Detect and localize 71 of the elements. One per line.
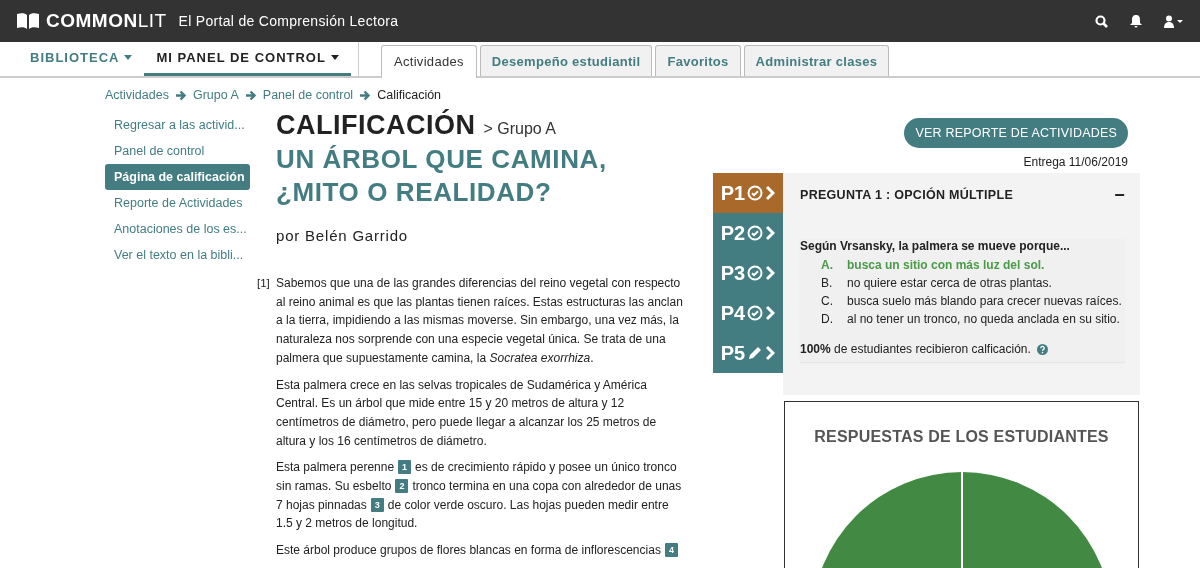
check-circle-icon bbox=[747, 185, 764, 201]
main-nav-item[interactable]: BIBLIOTECA bbox=[18, 42, 145, 76]
question-nav-item[interactable]: P4 bbox=[713, 293, 783, 333]
brand-logo[interactable]: COMMONLIT bbox=[46, 10, 167, 32]
annotation-marker[interactable]: 2 bbox=[395, 479, 409, 494]
sidebar-item[interactable]: Ver el texto en la bibli... bbox=[105, 242, 250, 268]
tab[interactable]: Actividades bbox=[381, 45, 477, 78]
activity-report-button[interactable]: VER REPORTE DE ACTIVIDADES bbox=[904, 118, 1128, 148]
tab[interactable]: Favoritos bbox=[655, 45, 741, 76]
tab[interactable]: Administrar clases bbox=[743, 45, 890, 76]
chevron-right-icon bbox=[765, 305, 776, 321]
chevron-right-icon bbox=[765, 225, 776, 241]
option-letter: C. bbox=[821, 293, 834, 310]
option-text: no quiere estar cerca de otras plantas. bbox=[847, 275, 1052, 292]
sidebar-item[interactable]: Panel de control bbox=[105, 138, 250, 164]
question-heading: PREGUNTA 1 : OPCIÓN MÚLTIPLE bbox=[800, 188, 1014, 202]
option-text: busca suelo más blando para crecer nuevas raíces. bbox=[847, 293, 1122, 310]
arrow-right-icon bbox=[359, 89, 372, 101]
graded-summary: 100% de estudiantes recibieron calficación. bbox=[800, 342, 1031, 356]
question-nav-item[interactable]: P5 bbox=[713, 333, 783, 373]
author: por Belén Garrido bbox=[276, 227, 409, 244]
collapse-toggle[interactable]: − bbox=[1114, 184, 1125, 206]
passage-paragraph: Esta palmera crece en las selvas tropicales de Sudamérica y América Central. Es un árbol que mide entre 15 y 20 metros de altura y 12 centímetros de diámetro, pero puede llegar a alcanzar los 25 metros de altura y los 16 centímetros de diámetro. bbox=[276, 376, 658, 450]
main-nav-item[interactable]: MI PANEL DE CONTROL bbox=[144, 42, 351, 76]
arrow-right-icon bbox=[244, 89, 257, 101]
passage-paragraph: Este árbol produce grupos de flores blancas en forma de inflorescencias 4 bbox=[276, 541, 686, 560]
option-text: al no tener un tronco, no queda anclada en su sitio. bbox=[847, 311, 1120, 328]
caret-icon bbox=[330, 55, 339, 60]
check-circle-icon bbox=[747, 225, 764, 241]
option-text: busca un sitio con más luz del sol. bbox=[847, 257, 1045, 274]
check-circle-icon bbox=[747, 265, 764, 281]
question-prompt: Según Vrsansky, la palmera se mueve porque... bbox=[800, 239, 1071, 253]
pencil-icon bbox=[747, 345, 764, 361]
breadcrumb-item: Calificación bbox=[377, 88, 442, 102]
option-letter: A. bbox=[821, 257, 834, 274]
annotation-marker[interactable]: 3 bbox=[370, 497, 384, 512]
user-menu-icon[interactable] bbox=[1164, 14, 1184, 28]
page-subtitle: > Grupo A bbox=[483, 120, 556, 138]
text-title: UN ÁRBOL QUE CAMINA, ¿MITO O REALIDAD? bbox=[276, 143, 608, 209]
option-letter: B. bbox=[821, 275, 834, 292]
page-title: CALIFICACIÓN bbox=[276, 110, 476, 141]
help-icon[interactable] bbox=[1036, 343, 1048, 355]
annotation-marker[interactable]: 1 bbox=[398, 460, 412, 475]
annotation-marker[interactable]: 4 bbox=[664, 543, 678, 558]
breadcrumb-item[interactable]: Panel de control bbox=[262, 88, 354, 102]
responses-title: RESPUESTAS DE LOS ESTUDIANTES bbox=[814, 428, 1109, 446]
book-icon bbox=[16, 12, 40, 30]
sidebar-item[interactable]: Página de calificación bbox=[105, 164, 250, 190]
option-letter: D. bbox=[821, 311, 834, 328]
breadcrumb-item[interactable]: Grupo A bbox=[192, 88, 239, 102]
sidebar-item[interactable]: Reporte de Actividades bbox=[105, 190, 250, 216]
due-date: Entrega 11/06/2019 bbox=[1023, 155, 1128, 169]
bell-icon[interactable] bbox=[1130, 14, 1142, 28]
question-nav-item[interactable]: P2 bbox=[713, 213, 783, 253]
breadcrumb-item[interactable]: Actividades bbox=[105, 88, 169, 102]
paragraph-number: [1] bbox=[257, 276, 270, 291]
question-nav-item[interactable]: P1 bbox=[713, 173, 783, 213]
chevron-right-icon bbox=[765, 185, 776, 201]
passage-paragraph: Esta palmera perenne 1 es de crecimiento rápido y posee un único tronco sin ramas. Su esbelto 2 tronco termina en una copa con alrededor de unas 7 hojas pinnadas 3 de color verde oscuro. Las hojas pueden medir entre 1.5 y 2 metros de longitud. bbox=[276, 459, 683, 533]
passage-paragraph: Sabemos que una de las grandes diferencias del reino vegetal con respecto al reino animal es que las plantas tienen raíces. Estas estructuras las anclan a la tierra, impidiendo a las mismas moverse. Sin embargo, una vez más, la naturaleza nos sorprende con una especie vegetal única. Se trata de una palmera que supuestamente camina, la Socratea exorrhiza. bbox=[276, 275, 684, 367]
tab[interactable]: Desempeño estudiantil bbox=[479, 45, 653, 76]
question-nav-item[interactable]: P3 bbox=[713, 253, 783, 293]
chevron-right-icon bbox=[765, 265, 776, 281]
sidebar-item[interactable]: Regresar a las activid... bbox=[105, 112, 250, 138]
chevron-right-icon bbox=[765, 345, 776, 361]
arrow-right-icon bbox=[174, 89, 187, 101]
search-icon[interactable] bbox=[1095, 14, 1108, 28]
check-circle-icon bbox=[747, 305, 764, 321]
caret-icon bbox=[124, 55, 133, 60]
tagline: El Portal de Comprensión Lectora bbox=[178, 13, 399, 29]
sidebar-item[interactable]: Anotaciones de los es... bbox=[105, 216, 250, 242]
